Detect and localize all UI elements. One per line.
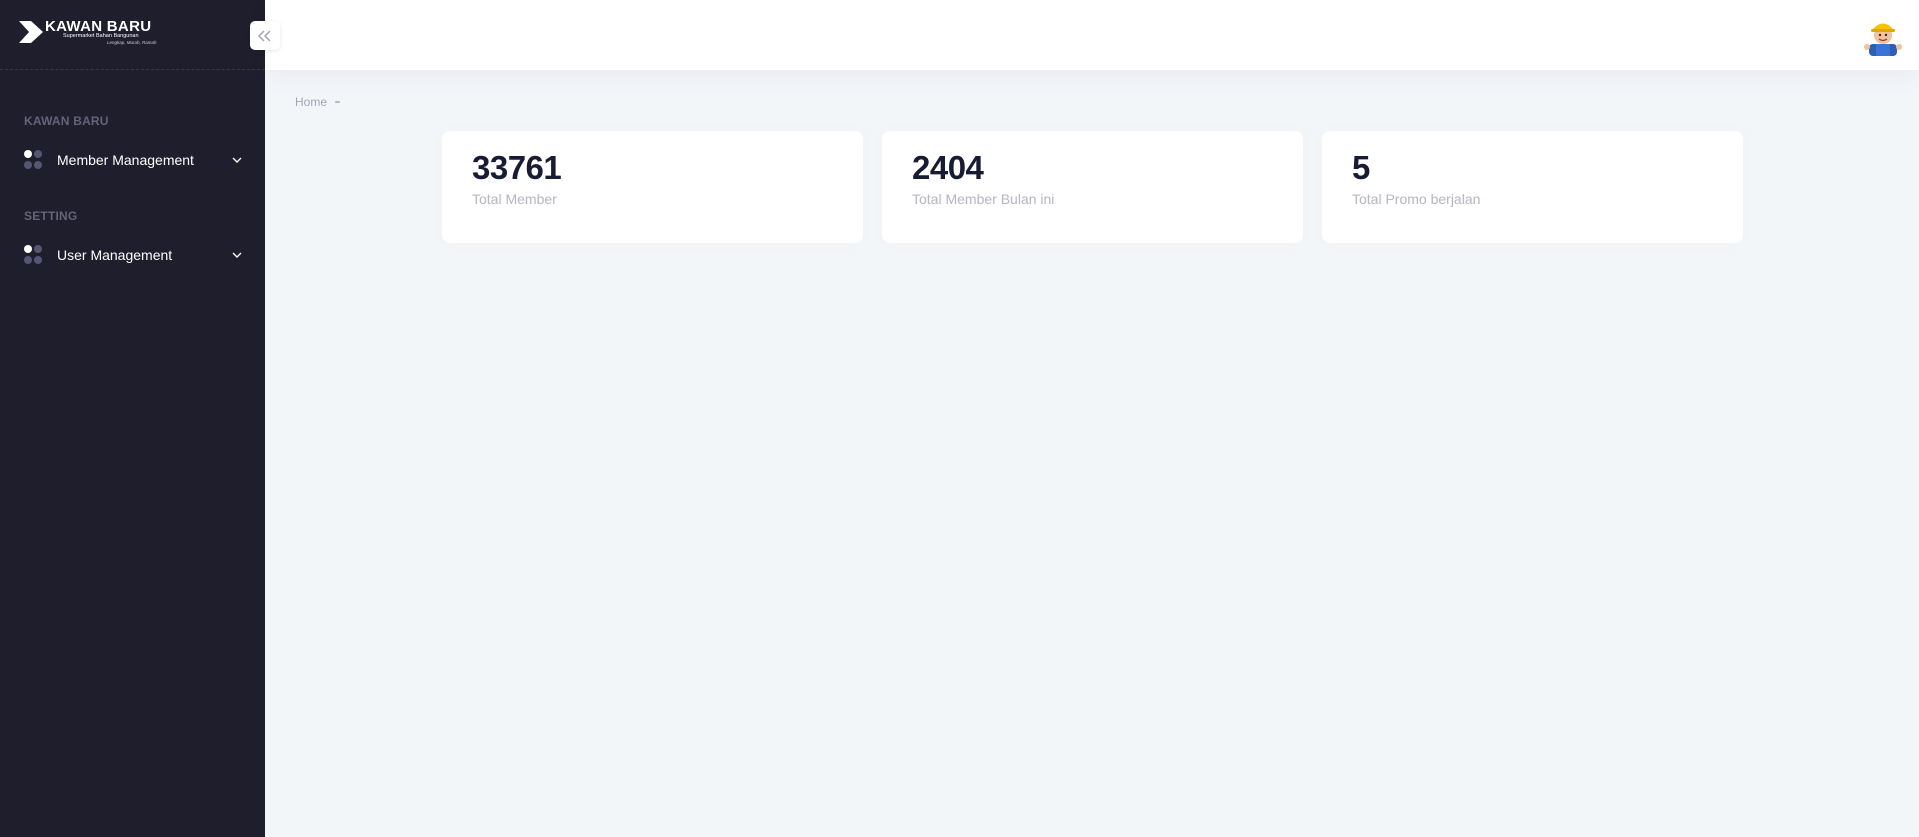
breadcrumb: Home: [295, 95, 341, 109]
stat-label: Total Promo berjalan: [1352, 191, 1481, 207]
brand-logo[interactable]: KAWAN BARU Supermarket Bahan Bangunan Le…: [19, 18, 159, 48]
sidebar-item-member-management[interactable]: Member Management: [24, 146, 244, 174]
sidebar-toggle-button[interactable]: [250, 21, 280, 50]
brand-tagline: Lengkap, Murah, Ramah: [107, 40, 157, 45]
sidebar-section-setting: SETTING: [24, 209, 78, 223]
sidebar: KAWAN BARU Supermarket Bahan Bangunan Le…: [0, 0, 265, 837]
chevron-down-icon: [230, 248, 244, 262]
stat-label: Total Member: [472, 191, 557, 207]
sidebar-section-kawan-baru: KAWAN BARU: [24, 114, 109, 128]
sidebar-item-user-management[interactable]: User Management: [24, 241, 244, 269]
stat-value: 2404: [912, 149, 984, 186]
chevron-down-icon: [230, 153, 244, 167]
breadcrumb-home-link[interactable]: Home: [295, 95, 327, 109]
dots-grid-icon: [24, 150, 44, 170]
sidebar-item-label: Member Management: [57, 152, 194, 168]
brand-subtitle: Supermarket Bahan Bangunan: [63, 33, 139, 39]
double-chevron-left-icon: [258, 29, 271, 42]
avatar-construction-worker-icon: [1864, 23, 1902, 56]
dots-grid-icon: [24, 245, 44, 265]
top-header: [265, 0, 1919, 70]
stat-card-total-member-bulan-ini: 2404 Total Member Bulan ini: [882, 131, 1303, 243]
stat-value: 33761: [472, 149, 562, 186]
stat-card-total-member: 33761 Total Member: [442, 131, 863, 243]
breadcrumb-separator: [335, 101, 341, 103]
sidebar-item-label: User Management: [57, 247, 173, 263]
stat-label: Total Member Bulan ini: [912, 191, 1055, 207]
stat-card-total-promo-berjalan: 5 Total Promo berjalan: [1322, 131, 1743, 243]
logo-chevron-icon: [19, 21, 43, 43]
user-avatar[interactable]: [1863, 14, 1903, 56]
sidebar-brand: KAWAN BARU Supermarket Bahan Bangunan Le…: [0, 0, 265, 70]
stat-value: 5: [1352, 149, 1370, 186]
